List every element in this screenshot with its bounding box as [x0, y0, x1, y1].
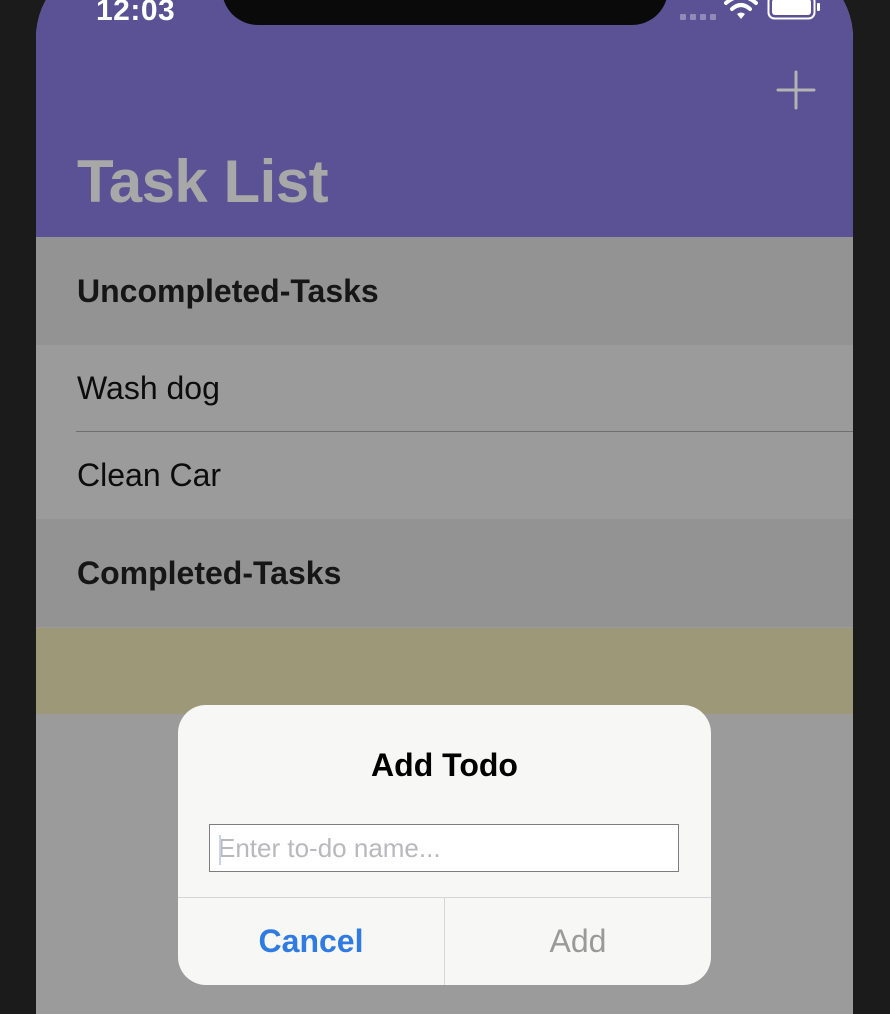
- add-task-button[interactable]: [772, 66, 820, 114]
- page-title: Task List: [77, 148, 329, 215]
- dialog-title: Add Todo: [371, 747, 518, 783]
- task-label: Clean Car: [77, 457, 222, 493]
- section-header-label: Completed-Tasks: [77, 555, 342, 591]
- device-notch: [222, 0, 668, 25]
- signal-icon: [680, 14, 716, 20]
- status-time: 12:03: [96, 0, 176, 27]
- section-header-label: Uncompleted-Tasks: [77, 273, 379, 309]
- task-row[interactable]: Wash dog: [36, 345, 853, 431]
- add-button[interactable]: Add: [445, 898, 711, 985]
- todo-name-input[interactable]: [209, 824, 679, 872]
- text-cursor: [219, 835, 221, 865]
- section-header-uncompleted: Uncompleted-Tasks: [36, 237, 853, 345]
- task-row[interactable]: Clean Car: [36, 432, 853, 518]
- wifi-icon: [724, 0, 758, 19]
- battery-icon: [767, 0, 820, 20]
- cancel-button[interactable]: Cancel: [178, 898, 444, 985]
- plus-icon: [776, 70, 816, 110]
- completed-task-row[interactable]: [36, 628, 853, 714]
- add-todo-dialog: Add Todo Cancel Add: [178, 705, 711, 985]
- task-label: Wash dog: [77, 370, 220, 406]
- section-header-completed: Completed-Tasks: [36, 519, 853, 627]
